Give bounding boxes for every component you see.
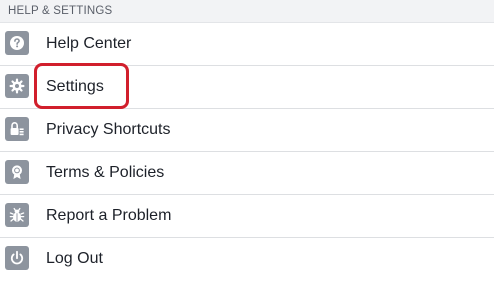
settings-label: Settings: [46, 78, 104, 95]
help-settings-menu: HELP & SETTINGS Help Center Settings Pri…: [0, 0, 494, 284]
question-icon: [5, 31, 29, 55]
terms-policies-item[interactable]: Terms & Policies: [0, 152, 494, 195]
report-problem-item[interactable]: Report a Problem: [0, 195, 494, 238]
privacy-shortcuts-item[interactable]: Privacy Shortcuts: [0, 109, 494, 152]
help-center-label: Help Center: [46, 35, 132, 52]
lock-icon: [5, 117, 29, 141]
menu-list: Help Center Settings Privacy Shortcuts T…: [0, 23, 494, 281]
report-problem-label: Report a Problem: [46, 207, 172, 224]
badge-icon: [5, 160, 29, 184]
terms-policies-label: Terms & Policies: [46, 164, 165, 181]
power-icon: [5, 246, 29, 270]
privacy-shortcuts-label: Privacy Shortcuts: [46, 121, 171, 138]
log-out-label: Log Out: [46, 250, 103, 267]
settings-item[interactable]: Settings: [0, 66, 494, 109]
section-header: HELP & SETTINGS: [0, 0, 494, 23]
log-out-item[interactable]: Log Out: [0, 238, 494, 281]
bug-icon: [5, 203, 29, 227]
gear-icon: [5, 74, 29, 98]
help-center-item[interactable]: Help Center: [0, 23, 494, 66]
